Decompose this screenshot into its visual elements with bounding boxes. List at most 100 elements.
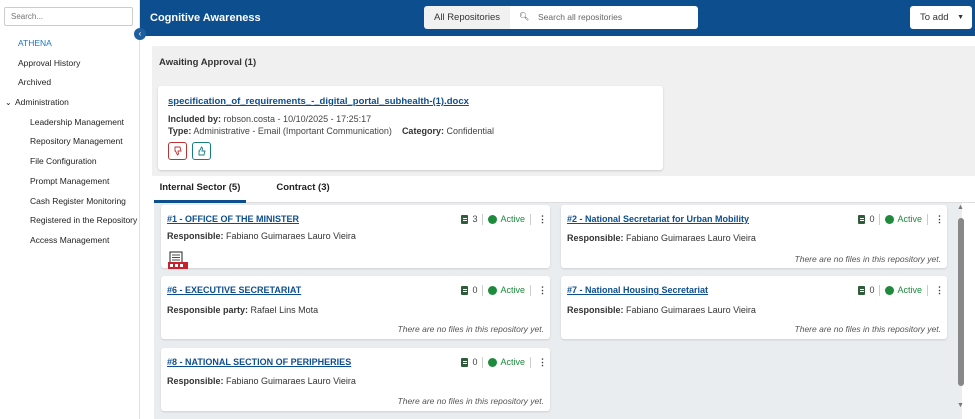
- status-badge: Active: [500, 285, 525, 295]
- status-badge: Active: [500, 214, 525, 224]
- divider: [927, 213, 928, 225]
- category-label: Category:: [401, 126, 444, 136]
- repository-search-input[interactable]: 🔍︎ Search all repositories: [510, 6, 698, 29]
- responsible-label: Responsible:: [567, 233, 624, 243]
- file-count: 0: [869, 285, 875, 295]
- responsible-value: Rafael Lins Mota: [250, 305, 319, 315]
- thumbs-up-icon: [198, 146, 206, 156]
- status-dot-icon: [885, 214, 895, 224]
- repository-select[interactable]: All Repositories: [424, 6, 510, 29]
- repository-meta: 3 Active ⋮: [461, 213, 547, 225]
- repository-name-link[interactable]: #8 - NATIONAL SECTION OF PERIPHERIES: [167, 357, 351, 367]
- more-options-icon[interactable]: ⋮: [538, 214, 547, 225]
- empty-repository-message: There are no files in this repository ye…: [794, 324, 941, 334]
- sidebar-item-repository-management[interactable]: Repository Management: [0, 132, 140, 152]
- responsible-label: Responsible:: [567, 305, 624, 315]
- scrollbar-thumb[interactable]: [958, 218, 964, 386]
- status-dot-icon: [488, 214, 498, 224]
- repository-name-link[interactable]: #6 - EXECUTIVE SECRETARIAT: [167, 285, 301, 295]
- divider: [530, 284, 531, 296]
- sidebar-item-archived[interactable]: Archived: [0, 73, 140, 93]
- responsible: Responsible: Fabiano Guimaraes Lauro Vie…: [567, 233, 756, 243]
- more-options-icon[interactable]: ⋮: [935, 214, 944, 225]
- sidebar-item-approval-history[interactable]: Approval History: [0, 54, 140, 74]
- responsible-value: Fabiano Guimaraes Lauro Vieira: [226, 231, 356, 241]
- sidebar-item-registered-in-repository[interactable]: Registered in the Repository: [0, 211, 140, 231]
- repository-meta: 0 Active ⋮: [858, 213, 944, 225]
- top-header: Cognitive Awareness All Repositories 🔍︎ …: [140, 0, 975, 36]
- scroll-up-icon[interactable]: ▲: [957, 204, 964, 211]
- file-icon: [858, 285, 866, 295]
- sidebar-item-prompt-management[interactable]: Prompt Management: [0, 172, 140, 192]
- main-scrollbar[interactable]: ▲ ▼: [956, 204, 966, 409]
- divider: [482, 213, 484, 225]
- empty-repository-message: There are no files in this repository ye…: [794, 254, 941, 264]
- divider: [482, 284, 484, 296]
- file-count: 3: [472, 214, 478, 224]
- empty-repository-message: There are no files in this repository ye…: [397, 324, 544, 334]
- sidebar-brand[interactable]: ATHENA: [0, 34, 140, 54]
- repository-meta: 0 Active ⋮: [461, 356, 547, 368]
- more-options-icon[interactable]: ⋮: [538, 357, 547, 368]
- included-by-value: robson.costa - 10/10/2025 - 17:25:17: [223, 114, 372, 124]
- tab-internal-sector[interactable]: Internal Sector (5): [154, 179, 246, 203]
- responsible-value: Fabiano Guimaraes Lauro Vieira: [626, 305, 756, 315]
- included-by-label: Included by:: [168, 114, 222, 124]
- more-options-icon[interactable]: ⋮: [935, 285, 944, 296]
- sidebar-search-input[interactable]: [4, 7, 133, 26]
- awaiting-approval-heading: Awaiting Approval (1): [159, 57, 257, 68]
- chevron-down-icon: ⌄: [5, 98, 12, 108]
- scroll-down-icon[interactable]: ▼: [957, 402, 964, 409]
- type-value: Administrative - Email (Important Commun…: [193, 126, 392, 136]
- to-add-label: To add: [920, 12, 949, 23]
- responsible: Responsible: Fabiano Guimaraes Lauro Vie…: [167, 231, 356, 241]
- status-badge: Active: [897, 214, 922, 224]
- responsible: Responsible: Fabiano Guimaraes Lauro Vie…: [567, 305, 756, 315]
- app-title: Cognitive Awareness: [150, 12, 261, 24]
- reject-button[interactable]: [168, 142, 187, 160]
- repository-card: #8 - NATIONAL SECTION OF PERIPHERIES 0 A…: [161, 348, 550, 411]
- awaiting-approval-section: Awaiting Approval (1) specification_of_r…: [152, 46, 975, 176]
- file-count: 0: [472, 285, 478, 295]
- document-link[interactable]: specification_of_requirements_-_digital_…: [168, 96, 469, 107]
- status-badge: Active: [500, 357, 525, 367]
- search-icon: 🔍︎: [519, 12, 530, 21]
- search-placeholder: Search all repositories: [538, 12, 623, 22]
- responsible-value: Fabiano Guimaraes Lauro Vieira: [226, 376, 356, 386]
- repository-name-link[interactable]: #2 - National Secretariat for Urban Mobi…: [567, 214, 749, 224]
- file-count: 0: [869, 214, 875, 224]
- document-type-category: Type: Administrative - Email (Important …: [168, 126, 494, 136]
- repository-meta: 0 Active ⋮: [858, 284, 944, 296]
- repository-name-link[interactable]: #1 - OFFICE OF THE MINISTER: [167, 214, 299, 224]
- to-add-button[interactable]: To add ▼: [910, 6, 972, 29]
- responsible: Responsible party: Rafael Lins Mota: [167, 305, 318, 315]
- sidebar-item-cash-register-monitoring[interactable]: Cash Register Monitoring: [0, 192, 140, 212]
- divider: [530, 356, 531, 368]
- file-icon: [858, 214, 866, 224]
- file-count: 0: [472, 357, 478, 367]
- repository-name-link[interactable]: #7 - National Housing Secretariat: [567, 285, 708, 295]
- sidebar-item-access-management[interactable]: Access Management: [0, 231, 140, 251]
- status-dot-icon: [488, 285, 498, 295]
- caret-down-icon: ▼: [957, 14, 964, 21]
- pdf-file-icon[interactable]: [167, 251, 189, 271]
- divider: [879, 213, 881, 225]
- more-options-icon[interactable]: ⋮: [538, 285, 547, 296]
- sidebar-item-leadership-management[interactable]: Leadership Management: [0, 113, 140, 133]
- file-icon: [461, 357, 469, 367]
- sidebar-group-administration[interactable]: ⌄ Administration: [0, 93, 140, 113]
- sidebar: ‹ ATHENA Approval History Archived ⌄Admi…: [0, 0, 146, 419]
- approve-button[interactable]: [192, 142, 211, 160]
- status-badge: Active: [897, 285, 922, 295]
- included-by: Included by: robson.costa - 10/10/2025 -…: [168, 114, 371, 124]
- sidebar-item-file-configuration[interactable]: File Configuration: [0, 152, 140, 172]
- repository-grid: #1 - OFFICE OF THE MINISTER 3 Active ⋮ R…: [154, 203, 962, 419]
- sidebar-nav: ATHENA Approval History Archived ⌄ Admini…: [0, 34, 140, 251]
- repository-card: #6 - EXECUTIVE SECRETARIAT 0 Active ⋮ Re…: [161, 276, 550, 339]
- sidebar-group-label: Administration: [15, 97, 69, 108]
- repository-card: #2 - National Secretariat for Urban Mobi…: [561, 205, 947, 268]
- tab-contract[interactable]: Contract (3): [259, 179, 347, 203]
- type-label: Type:: [168, 126, 192, 136]
- collapse-sidebar-icon[interactable]: ‹: [134, 28, 146, 40]
- empty-repository-message: There are no files in this repository ye…: [397, 396, 544, 406]
